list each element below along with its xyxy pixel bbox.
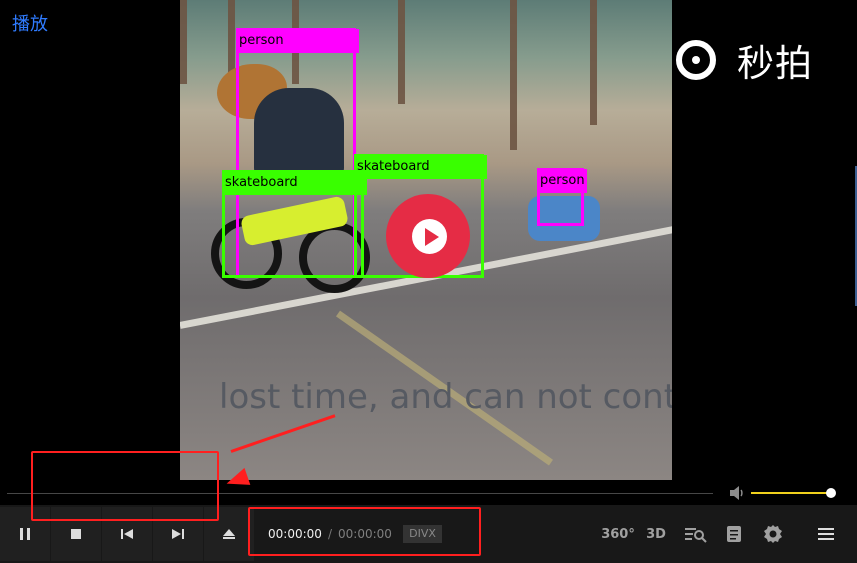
annotation-highlight-seekbar xyxy=(31,451,219,521)
detection-box-person: person xyxy=(537,168,587,226)
window-title: 播放 xyxy=(12,14,48,35)
detection-label: person xyxy=(237,29,359,53)
three-d-button[interactable]: 3D xyxy=(644,519,668,549)
settings-button[interactable] xyxy=(762,519,784,549)
tree-decoration xyxy=(180,0,187,84)
skip-back-icon xyxy=(121,529,133,539)
watermark-text: 秒拍 xyxy=(737,42,813,85)
camera-icon xyxy=(676,40,716,80)
info-panel-button[interactable] xyxy=(724,519,744,549)
info-panel-icon xyxy=(727,526,741,542)
vr-360-button[interactable]: 360° xyxy=(601,519,635,549)
annotation-highlight-time xyxy=(248,507,481,556)
menu-icon xyxy=(818,528,834,540)
tree-decoration xyxy=(510,0,517,150)
volume-slider-fill xyxy=(751,492,831,494)
watermark-logo: 秒拍 xyxy=(676,34,826,94)
tree-decoration xyxy=(590,0,597,125)
subtitle-text: lost time, and can not control xyxy=(219,377,672,417)
skip-forward-icon xyxy=(172,529,184,539)
menu-button[interactable] xyxy=(814,519,838,549)
eject-icon xyxy=(223,529,235,539)
volume-slider[interactable] xyxy=(751,488,836,498)
tree-decoration xyxy=(398,0,405,104)
detection-label: skateboard xyxy=(223,171,367,195)
stop-icon xyxy=(71,529,81,539)
play-overlay-icon[interactable] xyxy=(386,194,470,278)
volume-icon[interactable] xyxy=(729,484,745,502)
gear-icon xyxy=(764,525,782,543)
playlist-search-button[interactable] xyxy=(682,519,708,549)
pause-icon xyxy=(20,528,30,540)
detection-box-skateboard: skateboard xyxy=(222,170,367,278)
detection-label: skateboard xyxy=(355,155,487,179)
volume-slider-thumb[interactable] xyxy=(826,488,836,498)
video-frame[interactable]: person skateboard skateboard person lost… xyxy=(180,0,672,480)
detection-label: person xyxy=(538,169,587,193)
playlist-search-icon xyxy=(684,528,707,543)
